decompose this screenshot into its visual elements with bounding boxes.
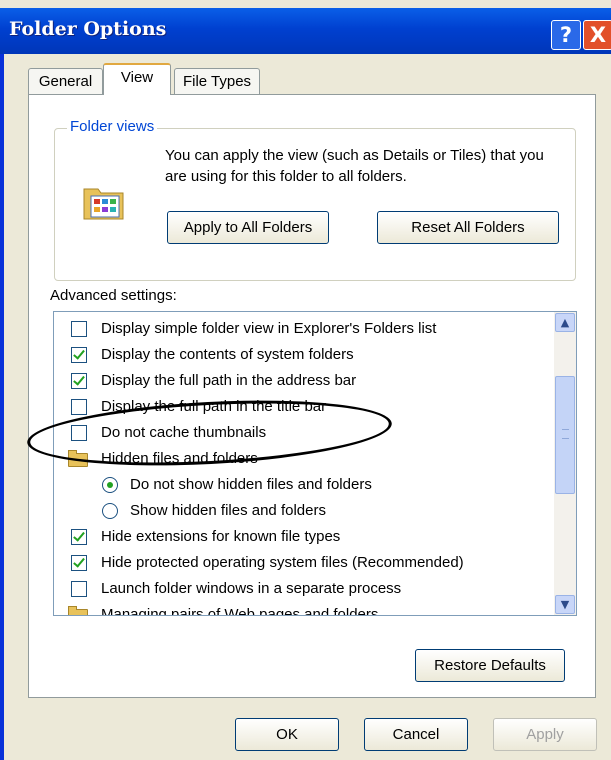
advanced-settings-label: Advanced settings: xyxy=(50,287,177,304)
ok-button[interactable]: OK xyxy=(235,718,339,751)
list-item-label: Display simple folder view in Explorer's… xyxy=(101,320,437,337)
list-item-label: Hide extensions for known file types xyxy=(101,528,341,545)
folder-views-description: You can apply the view (such as Details … xyxy=(165,147,544,185)
list-item-label: Display the contents of system folders xyxy=(101,346,354,363)
close-button[interactable]: X xyxy=(583,20,611,50)
scroll-down-button[interactable]: ▼ xyxy=(555,595,575,614)
folder-views-icon xyxy=(83,188,124,220)
close-icon: X xyxy=(589,23,607,47)
list-item[interactable]: Hide extensions for known file types xyxy=(54,525,554,551)
list-item[interactable]: Launch folder windows in a separate proc… xyxy=(54,577,554,603)
cancel-button[interactable]: Cancel xyxy=(364,718,468,751)
advanced-settings-list[interactable]: Display simple folder view in Explorer's… xyxy=(53,311,577,616)
reset-all-folders-button[interactable]: Reset All Folders xyxy=(377,211,559,244)
folder-icon xyxy=(68,450,88,467)
checkbox-checked[interactable] xyxy=(71,347,87,363)
list-item-label: Do not cache thumbnails xyxy=(101,424,267,441)
list-item-label: Display the full path in the title bar xyxy=(101,398,327,415)
restore-defaults-button[interactable]: Restore Defaults xyxy=(415,649,565,682)
list-item[interactable]: Show hidden files and folders xyxy=(54,499,554,525)
chevron-up-icon: ▲ xyxy=(560,316,570,329)
folder-views-legend: Folder views xyxy=(67,118,158,135)
checkbox-checked[interactable] xyxy=(71,529,87,545)
window-title: Folder Options xyxy=(9,18,167,40)
checkbox[interactable] xyxy=(71,399,87,415)
chevron-down-icon: ▼ xyxy=(560,598,570,611)
title-bar[interactable]: Folder Options ? X xyxy=(0,8,611,54)
radio[interactable] xyxy=(102,503,118,519)
checkbox-checked[interactable] xyxy=(71,373,87,389)
list-item-label: Do not show hidden files and folders xyxy=(130,476,372,493)
list-item-label: Show hidden files and folders xyxy=(130,502,326,519)
list-item-label: Display the full path in the address bar xyxy=(101,372,357,389)
folder-icon xyxy=(68,606,88,615)
list-item[interactable]: Hide protected operating system files (R… xyxy=(54,551,554,577)
checkbox[interactable] xyxy=(71,581,87,597)
list-item[interactable]: Display the full path in the title bar xyxy=(54,395,554,421)
list-item[interactable]: Display the contents of system folders xyxy=(54,343,554,369)
list-item-label: Hidden files and folders xyxy=(101,450,258,467)
list-item[interactable]: Display the full path in the address bar xyxy=(54,369,554,395)
tab-view[interactable]: View xyxy=(103,63,171,95)
help-icon: ? xyxy=(559,23,573,47)
list-item[interactable]: Do not cache thumbnails xyxy=(54,421,554,447)
checkbox-checked[interactable] xyxy=(71,555,87,571)
folder-views-group: Folder views You can apply the view (suc… xyxy=(54,118,576,281)
help-button[interactable]: ? xyxy=(551,20,581,50)
checkbox[interactable] xyxy=(71,425,87,441)
apply-button[interactable]: Apply xyxy=(493,718,597,751)
checkbox[interactable] xyxy=(71,321,87,337)
list-item[interactable]: Do not show hidden files and folders xyxy=(54,473,554,499)
list-item[interactable]: Display simple folder view in Explorer's… xyxy=(54,317,554,343)
tab-general[interactable]: General xyxy=(28,68,103,94)
scroll-up-button[interactable]: ▲ xyxy=(555,313,575,332)
tab-file-types[interactable]: File Types xyxy=(174,68,260,94)
list-item-label: Launch folder windows in a separate proc… xyxy=(101,580,402,597)
list-item[interactable]: Hidden files and folders xyxy=(54,447,554,473)
list-item[interactable]: Managing pairs of Web pages and folders xyxy=(54,603,554,616)
scrollbar-thumb[interactable] xyxy=(555,376,575,494)
radio-selected[interactable] xyxy=(102,477,118,493)
list-item-label: Hide protected operating system files (R… xyxy=(101,554,464,571)
apply-to-all-folders-button[interactable]: Apply to All Folders xyxy=(167,211,329,244)
vertical-scrollbar[interactable]: ▲ ▼ xyxy=(554,312,576,615)
view-tab-panel: Folder views You can apply the view (suc… xyxy=(28,94,596,698)
list-item-label: Managing pairs of Web pages and folders xyxy=(101,606,379,616)
